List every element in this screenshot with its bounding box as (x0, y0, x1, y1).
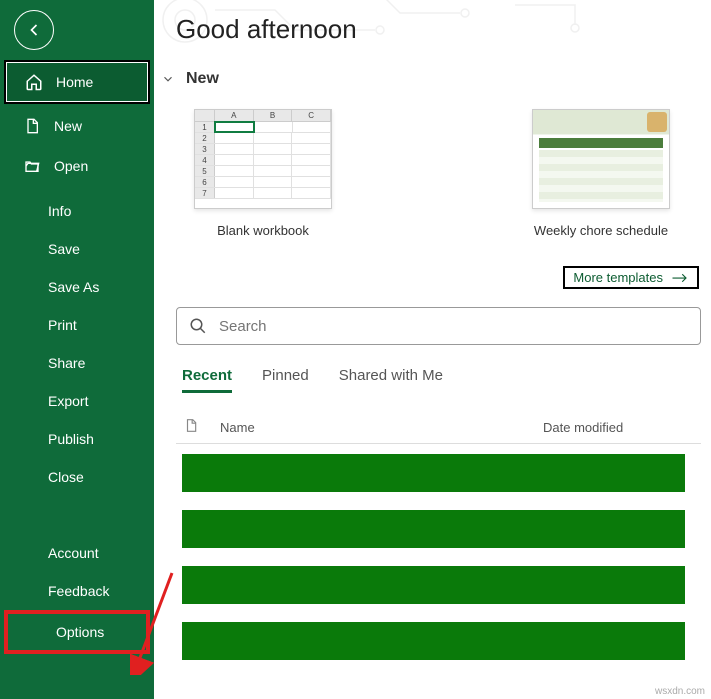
sidebar-item-save[interactable]: Save (0, 230, 154, 268)
back-button[interactable] (14, 10, 54, 50)
file-icon (184, 417, 220, 437)
sidebar-item-account[interactable]: Account (0, 534, 154, 572)
template-blank-workbook[interactable]: ABC 1 2 3 4 5 6 7 Blank workbook (194, 109, 332, 238)
column-date-modified[interactable]: Date modified (543, 420, 693, 435)
search-icon (189, 317, 207, 335)
sidebar-item-new[interactable]: New (0, 106, 154, 146)
sidebar-item-save-as[interactable]: Save As (0, 268, 154, 306)
template-weekly-chore[interactable]: Weekly chore schedule (532, 109, 670, 238)
tab-shared[interactable]: Shared with Me (339, 367, 443, 393)
tab-pinned[interactable]: Pinned (262, 367, 309, 393)
new-section-header[interactable]: New (158, 69, 701, 89)
template-thumbnail (532, 109, 670, 209)
sidebar-item-label: Home (56, 74, 93, 90)
chevron-down-icon (158, 69, 178, 89)
sidebar-item-close[interactable]: Close (0, 458, 154, 496)
arrow-right-icon (671, 272, 689, 284)
main-content: Good afternoon New ABC 1 2 3 4 5 6 7 Bla… (154, 0, 711, 699)
file-row[interactable] (182, 622, 685, 660)
document-icon (22, 116, 42, 136)
home-icon (24, 72, 44, 92)
sidebar-item-options[interactable]: Options (4, 610, 150, 654)
sidebar-item-label: Open (54, 158, 88, 174)
more-templates-link[interactable]: More templates (563, 266, 699, 289)
sidebar-item-info[interactable]: Info (0, 192, 154, 230)
search-box[interactable] (176, 307, 701, 345)
sidebar-item-home[interactable]: Home (4, 60, 150, 104)
sidebar-item-publish[interactable]: Publish (0, 420, 154, 458)
file-row[interactable] (182, 566, 685, 604)
template-thumbnail: ABC 1 2 3 4 5 6 7 (194, 109, 332, 209)
recent-tabs: Recent Pinned Shared with Me (176, 367, 701, 393)
sidebar-item-print[interactable]: Print (0, 306, 154, 344)
sidebar-item-feedback[interactable]: Feedback (0, 572, 154, 610)
file-row[interactable] (182, 510, 685, 548)
watermark: wsxdn.com (655, 686, 705, 697)
sidebar: Home New Open Info Save Save As Print Sh… (0, 0, 154, 699)
sidebar-item-share[interactable]: Share (0, 344, 154, 382)
search-input[interactable] (219, 318, 688, 335)
folder-icon (22, 156, 42, 176)
sidebar-item-export[interactable]: Export (0, 382, 154, 420)
page-title: Good afternoon (176, 14, 701, 45)
tab-recent[interactable]: Recent (182, 367, 232, 393)
sidebar-item-label: New (54, 118, 82, 134)
column-name[interactable]: Name (220, 420, 543, 435)
file-row[interactable] (182, 454, 685, 492)
sidebar-item-open[interactable]: Open (0, 146, 154, 186)
file-list (176, 444, 701, 660)
file-list-header: Name Date modified (176, 411, 701, 444)
